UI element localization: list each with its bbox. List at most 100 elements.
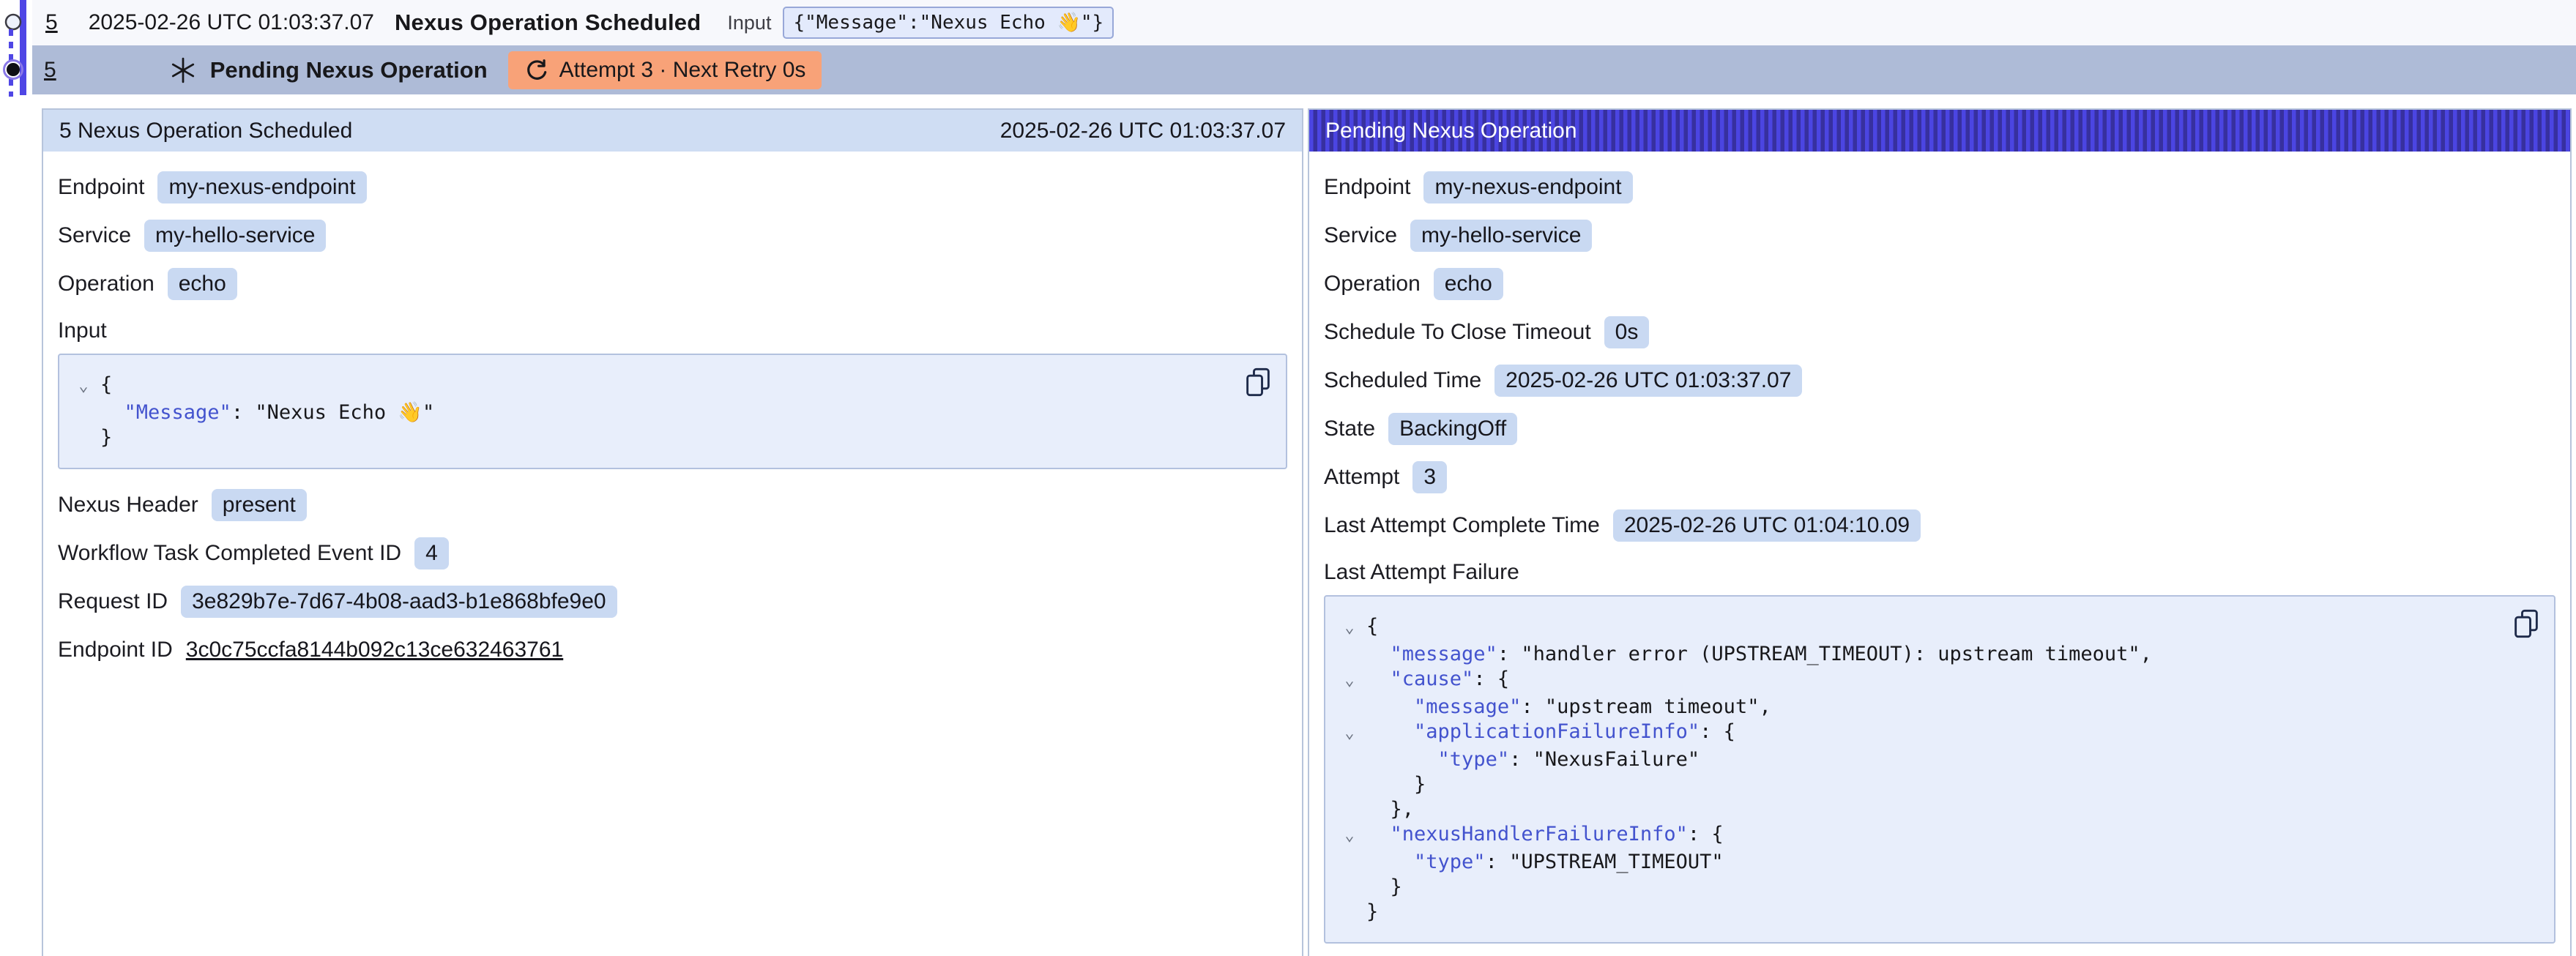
scheduled-panel-header: 5 Nexus Operation Scheduled 2025-02-26 U…	[43, 110, 1302, 152]
code-line: "Message": "Nexus Echo 👋"	[67, 400, 1235, 425]
failure-section-label: Last Attempt Failure	[1324, 560, 2555, 585]
pending-id-link[interactable]: 5	[44, 58, 56, 83]
field-label: Endpoint ID	[58, 638, 173, 662]
code-line: "message": "handler error (UPSTREAM_TIME…	[1333, 642, 2503, 667]
code-text: "Message": "Nexus Echo 👋"	[100, 400, 434, 425]
collapse-chevron-icon[interactable]: ⌄	[1333, 720, 1366, 747]
code-text: }	[1366, 772, 1426, 797]
event-input-label: Input	[727, 12, 771, 34]
field-value-badge: 2025-02-26 UTC 01:04:10.09	[1613, 509, 1921, 542]
copy-icon[interactable]	[2512, 608, 2541, 641]
code-text: }	[1366, 900, 1378, 925]
field-label: Schedule To Close Timeout	[1324, 320, 1591, 345]
retry-badge-text: Attempt 3 · Next Retry 0s	[559, 58, 806, 83]
code-line: "type": "NexusFailure"	[1333, 747, 2503, 772]
failure-code-block: ⌄{ "message": "handler error (UPSTREAM_T…	[1324, 595, 2555, 944]
field-label: Scheduled Time	[1324, 368, 1481, 393]
code-gutter	[67, 425, 100, 450]
code-line: ⌄ "applicationFailureInfo": {	[1333, 720, 2503, 747]
field-row: Endpointmy-nexus-endpoint	[1324, 171, 2555, 204]
pending-asterisk-icon	[169, 56, 197, 84]
code-gutter	[67, 400, 100, 425]
input-code-block: ⌄{ "Message": "Nexus Echo 👋"}	[58, 354, 1287, 469]
field-label: Request ID	[58, 589, 168, 614]
collapse-chevron-icon[interactable]: ⌄	[67, 373, 100, 400]
field-label: Service	[58, 223, 131, 248]
code-gutter	[1333, 875, 1366, 900]
field-label: Operation	[1324, 272, 1421, 296]
field-label: Nexus Header	[58, 493, 198, 518]
code-gutter	[1333, 900, 1366, 925]
field-row: Service my-hello-service	[58, 219, 1287, 253]
field-value-badge: 0s	[1604, 316, 1650, 348]
code-text: "nexusHandlerFailureInfo": {	[1366, 822, 1724, 850]
field-value-badge: 2025-02-26 UTC 01:03:37.07	[1494, 365, 1802, 397]
event-input-value-badge[interactable]: {"Message":"Nexus Echo 👋"}	[783, 7, 1114, 39]
code-line: },	[1333, 797, 2503, 822]
field-value-badge: echo	[1434, 268, 1503, 300]
code-line: ⌄ "cause": {	[1333, 667, 2503, 695]
field-label: Endpoint	[58, 175, 144, 200]
pending-title: Pending Nexus Operation	[210, 57, 488, 83]
field-value-badge: BackingOff	[1388, 413, 1517, 445]
code-line: "type": "UPSTREAM_TIMEOUT"	[1333, 850, 2503, 875]
field-value-badge: 4	[414, 537, 449, 570]
event-row-scheduled[interactable]: 5 2025-02-26 UTC 01:03:37.07 Nexus Opera…	[32, 0, 2576, 45]
code-text: "type": "NexusFailure"	[1366, 747, 1700, 772]
field-row: Workflow Task Completed Event ID 4	[58, 537, 1287, 570]
scheduled-detail-panel: 5 Nexus Operation Scheduled 2025-02-26 U…	[42, 108, 1303, 956]
field-value-badge: 3	[1412, 461, 1447, 493]
field-value-badge: my-hello-service	[1410, 220, 1592, 252]
code-text: {	[1366, 614, 1378, 642]
field-row: Endpoint ID 3c0c75ccfa8144b092c13ce632463…	[58, 633, 1287, 667]
code-line: "message": "upstream timeout",	[1333, 695, 2503, 720]
code-line: }	[1333, 772, 2503, 797]
retry-status-badge: Attempt 3 · Next Retry 0s	[508, 51, 822, 89]
retry-icon	[524, 58, 549, 83]
pending-panel-title: Pending Nexus Operation	[1325, 119, 1577, 143]
field-label: State	[1324, 417, 1375, 441]
event-detail-panels: 5 Nexus Operation Scheduled 2025-02-26 U…	[0, 108, 2576, 956]
input-section-label: Input	[58, 318, 1287, 343]
code-line: }	[67, 425, 1235, 450]
code-line: }	[1333, 900, 2503, 925]
code-text: "message": "upstream timeout",	[1366, 695, 1771, 720]
scheduled-panel-title: 5 Nexus Operation Scheduled	[59, 119, 352, 143]
field-value-badge: my-hello-service	[144, 220, 326, 252]
field-value-badge: present	[212, 489, 307, 521]
code-text: "type": "UPSTREAM_TIMEOUT"	[1366, 850, 1724, 875]
timeline-current-dot-icon[interactable]	[2, 59, 24, 81]
code-text: }	[1366, 875, 1402, 900]
field-label: Service	[1324, 223, 1397, 248]
field-label: Workflow Task Completed Event ID	[58, 541, 401, 566]
event-id-link[interactable]: 5	[45, 10, 58, 35]
field-row: Scheduled Time 2025-02-26 UTC 01:03:37.07	[1324, 364, 2555, 397]
code-gutter	[1333, 772, 1366, 797]
code-gutter	[1333, 747, 1366, 772]
event-row-pending-selected[interactable]: 5 Pending Nexus Operation Attempt 3 · Ne…	[32, 45, 2576, 94]
copy-icon[interactable]	[1243, 367, 1273, 399]
event-timestamp: 2025-02-26 UTC 01:03:37.07	[89, 10, 374, 35]
field-row: State BackingOff	[1324, 412, 2555, 446]
field-row: Request ID3e829b7e-7d67-4b08-aad3-b1e868…	[58, 585, 1287, 619]
code-gutter	[1333, 642, 1366, 667]
code-gutter	[1333, 695, 1366, 720]
field-row: Last Attempt Complete Time2025-02-26 UTC…	[1324, 509, 2555, 542]
code-text: {	[100, 373, 112, 400]
collapse-chevron-icon[interactable]: ⌄	[1333, 667, 1366, 695]
field-row: Attempt3	[1324, 460, 2555, 494]
endpoint-id-link[interactable]: 3c0c75ccfa8144b092c13ce632463761	[186, 638, 563, 662]
field-row: Operation echo	[1324, 267, 2555, 301]
collapse-chevron-icon[interactable]: ⌄	[1333, 614, 1366, 642]
collapse-chevron-icon[interactable]: ⌄	[1333, 822, 1366, 850]
field-row: Schedule To Close Timeout 0s	[1324, 315, 2555, 349]
code-text: }	[100, 425, 112, 450]
pending-detail-panel: Pending Nexus Operation Endpointmy-nexus…	[1308, 108, 2572, 956]
field-row: Service my-hello-service	[1324, 219, 2555, 253]
code-line: }	[1333, 875, 2503, 900]
field-value-badge: my-nexus-endpoint	[1423, 171, 1632, 203]
event-title: Nexus Operation Scheduled	[395, 10, 701, 36]
code-line: ⌄ "nexusHandlerFailureInfo": {	[1333, 822, 2503, 850]
scheduled-panel-timestamp: 2025-02-26 UTC 01:03:37.07	[1000, 119, 1286, 143]
code-line: ⌄{	[67, 373, 1235, 400]
